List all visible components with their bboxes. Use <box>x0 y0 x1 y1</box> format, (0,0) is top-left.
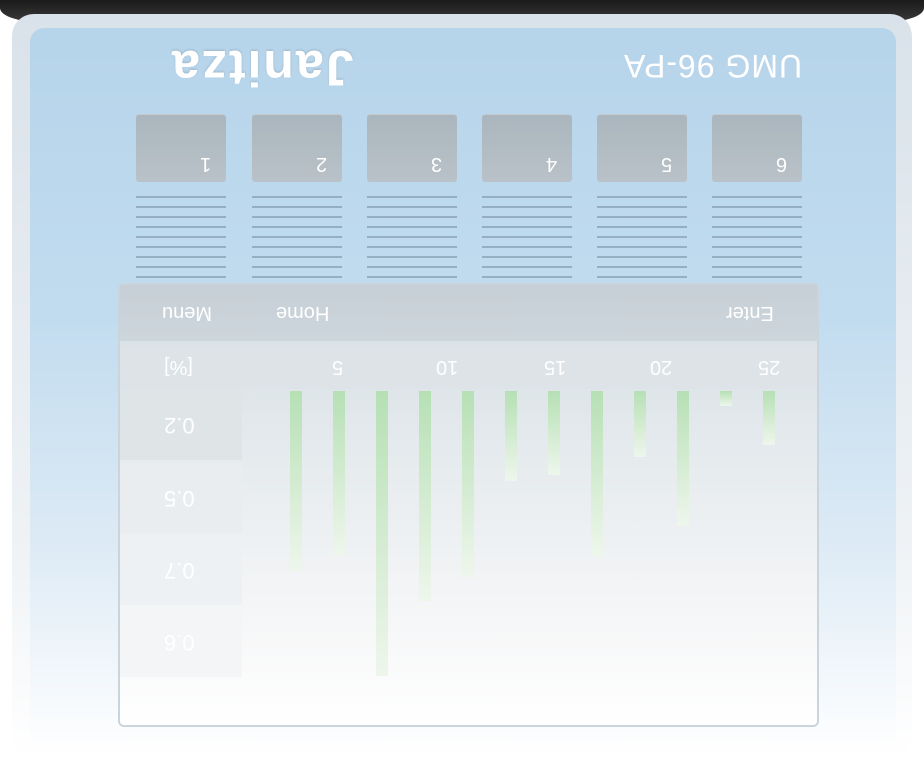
key-4[interactable]: 4 <box>482 114 572 182</box>
key-grille <box>136 196 226 278</box>
key-3[interactable]: 3 <box>367 114 457 182</box>
harmonic-bar <box>419 391 431 601</box>
harmonic-bar <box>290 391 302 571</box>
harmonic-bar <box>591 391 603 556</box>
harmonic-bar <box>677 391 689 526</box>
key-grille <box>482 196 572 278</box>
harmonic-bar <box>505 391 517 481</box>
key-grille <box>597 196 687 278</box>
harmonic-bar <box>634 391 646 457</box>
key-grille <box>367 196 457 278</box>
key-5[interactable]: 5 <box>597 114 687 182</box>
harmonic-bar <box>333 391 345 556</box>
model-label: UMG 96-PA <box>623 48 803 84</box>
harmonic-bars <box>120 285 817 725</box>
harmonic-bar <box>462 391 474 577</box>
key-6[interactable]: 6 <box>712 114 802 182</box>
harmonic-bar <box>763 391 775 445</box>
key-2[interactable]: 2 <box>252 114 342 182</box>
key-grille <box>712 196 802 278</box>
key-grille <box>252 196 342 278</box>
harmonic-bar <box>720 391 732 406</box>
key-1[interactable]: 1 <box>136 114 226 182</box>
harmonic-bar <box>376 391 388 676</box>
harmonic-bar <box>548 391 560 475</box>
mirrored-content: Janitza UMG 96-PA 1 2 3 4 5 6 Menu Home … <box>0 0 924 765</box>
lcd-display: Menu Home Enter [%] 5 10 15 20 25 0.2 0.… <box>120 285 817 725</box>
brand-text: Janitza <box>170 40 354 96</box>
brand-logo: Janitza <box>132 38 392 98</box>
